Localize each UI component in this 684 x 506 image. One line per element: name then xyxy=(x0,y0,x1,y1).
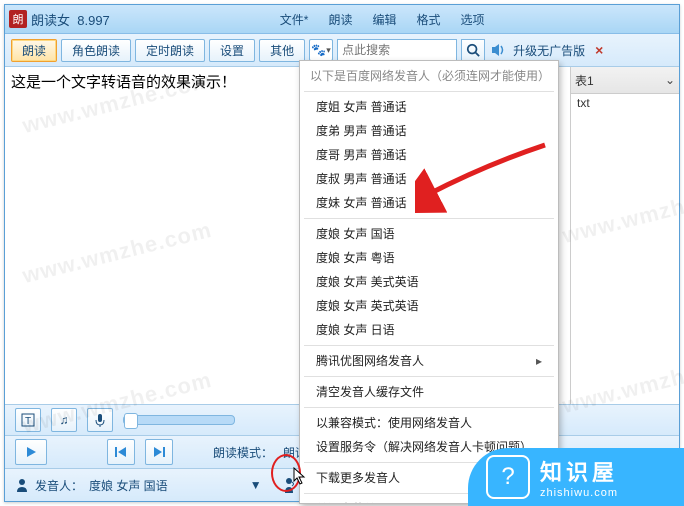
side-list[interactable]: txt xyxy=(571,94,679,404)
voice-dropdown-arrow[interactable]: ▼ xyxy=(250,478,262,492)
app-title: 朗读女 8.997 xyxy=(31,10,110,29)
paw-icon-button[interactable]: 🐾▾ xyxy=(309,39,333,61)
menu-item-clear-cache[interactable]: 清空发音人缓存文件 xyxy=(300,380,558,404)
menu-separator xyxy=(304,91,554,92)
person-icon xyxy=(15,478,29,492)
badge-text: 知识屋 zhishiwu.com xyxy=(540,455,618,499)
menu-item-voice[interactable]: 度哥 男声 普通话 xyxy=(300,143,558,167)
menu-item-voice[interactable]: 度娘 女声 英式英语 xyxy=(300,294,558,318)
text-tool-button[interactable]: T xyxy=(15,408,41,432)
close-button[interactable]: × xyxy=(595,42,603,58)
menu-item-voice[interactable]: 度娘 女声 日语 xyxy=(300,318,558,342)
text-content: 这是一个文字转语音的效果演示！ xyxy=(11,74,236,91)
read-mode-label: 朗读模式： xyxy=(213,444,273,461)
badge-icon: ? xyxy=(486,455,530,499)
voice-current[interactable]: 度娘 女声 国语 xyxy=(89,477,168,494)
menu-item-voice[interactable]: 度姐 女声 普通话 xyxy=(300,95,558,119)
menu-item-voice[interactable]: 度娘 女声 国语 xyxy=(300,222,558,246)
tab-other[interactable]: 其他 xyxy=(259,39,305,62)
music-button[interactable]: ♫ xyxy=(51,408,77,432)
badge-domain: zhishiwu.com xyxy=(540,487,618,499)
app-version: 8.997 xyxy=(77,13,110,28)
tab-read[interactable]: 朗读 xyxy=(11,39,57,62)
next-button[interactable] xyxy=(145,439,173,465)
menu-item-voice[interactable]: 度妹 女声 普通话 xyxy=(300,191,558,215)
tab-role-read[interactable]: 角色朗读 xyxy=(61,39,131,62)
menu-header: 以下是百度网络发音人（必须连网才能使用） xyxy=(300,63,558,88)
menu-bar: 文件* 朗读 编辑 格式 选项 xyxy=(270,7,495,32)
play-button[interactable] xyxy=(15,439,47,465)
menu-options[interactable]: 选项 xyxy=(451,7,495,32)
chevron-down-icon: ⌄ xyxy=(665,73,675,87)
title-bar: 朗 朗读女 8.997 文件* 朗读 编辑 格式 选项 xyxy=(5,5,679,34)
upgrade-link[interactable]: 升级无广告版 xyxy=(513,42,585,59)
search-button[interactable] xyxy=(461,39,485,61)
app-name: 朗读女 xyxy=(31,13,70,28)
search-box xyxy=(337,39,457,61)
search-input[interactable] xyxy=(338,43,456,57)
side-tab-label: 表1 xyxy=(575,72,594,89)
menu-edit[interactable]: 编辑 xyxy=(362,7,406,32)
menu-item-voice[interactable]: 度弟 男声 普通话 xyxy=(300,119,558,143)
progress-slider[interactable] xyxy=(123,415,235,425)
prev-button[interactable] xyxy=(107,439,135,465)
menu-separator xyxy=(304,218,554,219)
app-icon: 朗 xyxy=(9,10,27,28)
menu-item-voice[interactable]: 度叔 男声 普通话 xyxy=(300,167,558,191)
mic-button[interactable] xyxy=(87,408,113,432)
voice-context-menu: 以下是百度网络发音人（必须连网才能使用） 度姐 女声 普通话 度弟 男声 普通话… xyxy=(299,60,559,504)
svg-text:T: T xyxy=(25,416,31,427)
voice-label: 发音人： xyxy=(35,477,83,494)
menu-separator xyxy=(304,407,554,408)
list-item[interactable]: txt xyxy=(577,96,673,110)
menu-item-tencent[interactable]: 腾讯优图网络发音人 xyxy=(300,349,558,373)
tab-settings[interactable]: 设置 xyxy=(209,39,255,62)
tab-timer-read[interactable]: 定时朗读 xyxy=(135,39,205,62)
menu-file[interactable]: 文件* xyxy=(270,7,319,32)
side-tab-selector[interactable]: 表1 ⌄ xyxy=(571,67,679,94)
badge-name: 知识屋 xyxy=(540,455,618,487)
menu-item-compat[interactable]: 以兼容模式：使用网络发音人 xyxy=(300,411,558,435)
menu-format[interactable]: 格式 xyxy=(407,7,451,32)
volume-icon[interactable] xyxy=(489,40,509,60)
menu-item-voice[interactable]: 度娘 女声 美式英语 xyxy=(300,270,558,294)
menu-separator xyxy=(304,376,554,377)
side-pane: 表1 ⌄ txt xyxy=(571,67,679,404)
voice-person-icon[interactable] xyxy=(282,477,296,493)
menu-separator xyxy=(304,345,554,346)
menu-item-voice[interactable]: 度娘 女声 粤语 xyxy=(300,246,558,270)
menu-read[interactable]: 朗读 xyxy=(318,7,362,32)
zhishiwu-badge: ? 知识屋 zhishiwu.com xyxy=(468,448,684,506)
